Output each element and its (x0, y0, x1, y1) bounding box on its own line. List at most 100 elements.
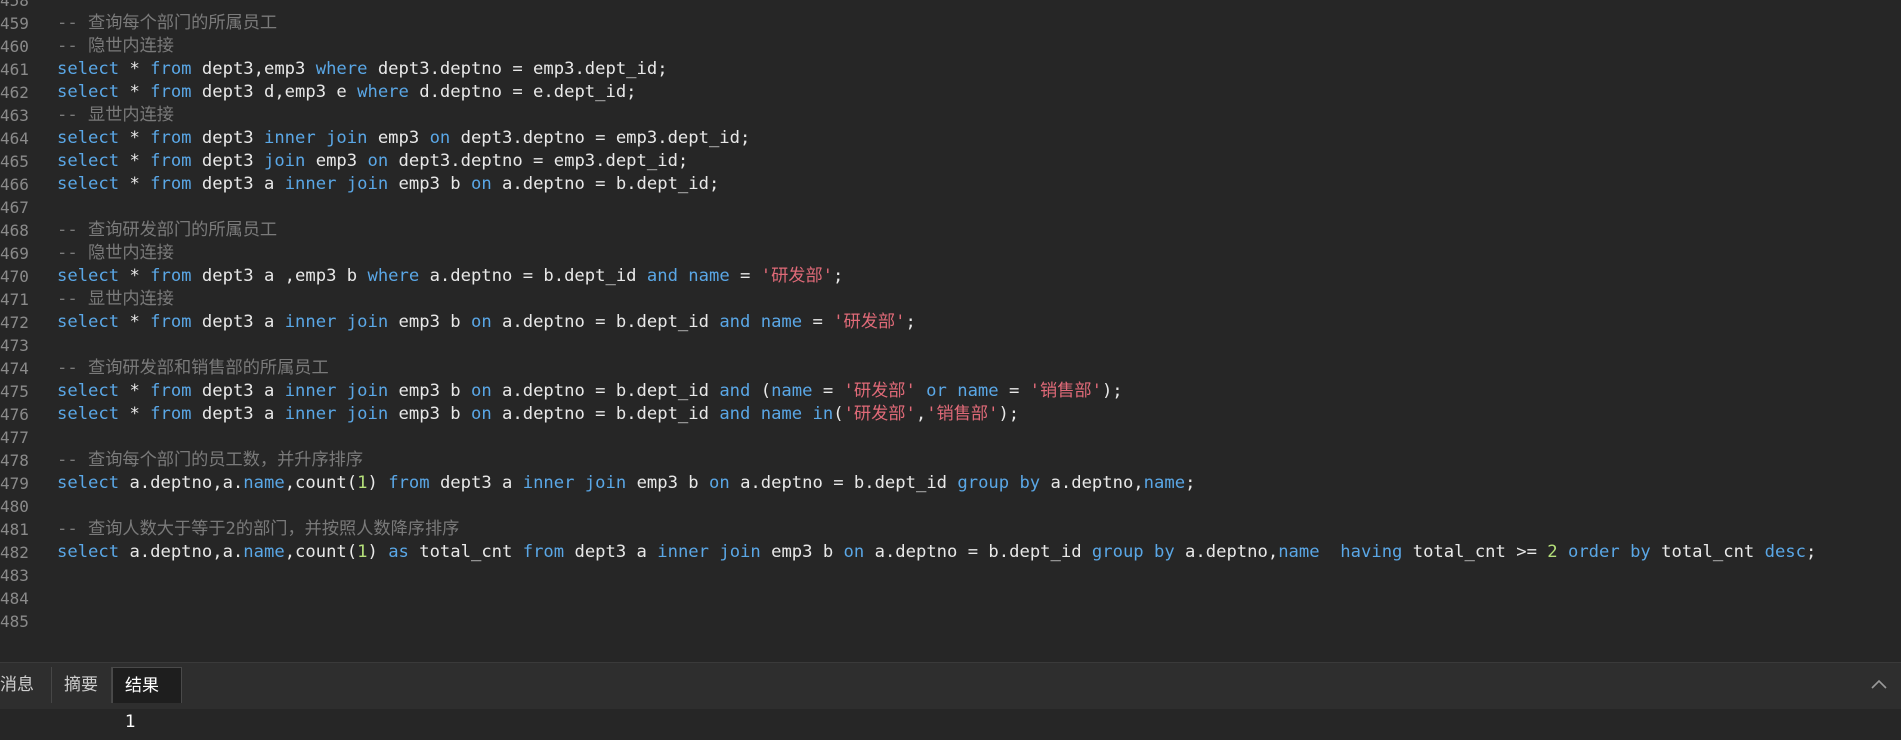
line-text: -- 查询研发部和销售部的所属员工 (57, 357, 1897, 380)
code-token: a.deptno, (1040, 473, 1144, 493)
code-line[interactable]: 481 -- 查询人数大于等于2的部门，并按照人数降序排序 (0, 518, 1901, 541)
tab-messages[interactable]: 消息 (0, 667, 52, 703)
chevron-up-icon[interactable] (1869, 675, 1889, 695)
line-text: select * from dept3 a ,emp3 b where a.de… (57, 265, 1897, 288)
code-token: ); (998, 404, 1020, 424)
result-tab-bar: 消息 摘要 结果 1 (0, 662, 1901, 732)
code-line[interactable]: 473 (0, 334, 1901, 357)
line-text: select * from dept3 a inner join emp3 b … (57, 311, 1897, 334)
code-token: inner join (263, 128, 368, 148)
code-line[interactable]: 476 select * from dept3 a inner join emp3… (0, 403, 1901, 426)
code-token: dept3 a (191, 404, 285, 424)
code-token: 1 (357, 473, 368, 493)
code-token: a.deptno = b.dept_id (491, 381, 720, 401)
code-line[interactable]: 484 (0, 587, 1901, 610)
code-token: dept3.deptno = emp3.dept_id; (450, 128, 751, 148)
code-line[interactable]: 467 (0, 196, 1901, 219)
line-number: 462 (0, 83, 29, 102)
code-token: from (150, 151, 192, 171)
code-token: name (1143, 473, 1186, 493)
code-token: on (367, 151, 389, 171)
code-lines: 458 459 -- 查询每个部门的所属员工 460 -- 隐世内连接 461 select… (0, 0, 1901, 633)
tab-result-1[interactable]: 结果 1 (112, 667, 182, 732)
code-token: * (119, 82, 151, 102)
code-line[interactable]: 471 -- 显世内连接 (0, 288, 1901, 311)
code-token: total_cnt (408, 542, 523, 562)
code-token: = (729, 266, 761, 286)
code-token: '研发部' (833, 312, 906, 332)
tab-summary[interactable]: 摘要 (52, 667, 112, 703)
code-token: -- 显世内连接 (57, 289, 174, 309)
code-line[interactable]: 465 select * from dept3 join emp3 on dept… (0, 150, 1901, 173)
code-line[interactable]: 462 select * from dept3 d,emp3 e where d.… (0, 81, 1901, 104)
line-number: 458 (0, 0, 29, 10)
code-token: 2 (1547, 542, 1558, 562)
code-token: having (1340, 542, 1403, 562)
code-token: name (243, 473, 285, 493)
code-line[interactable]: 480 (0, 495, 1901, 518)
code-line[interactable]: 475 select * from dept3 a inner join emp3… (0, 380, 1901, 403)
code-token: select (57, 174, 120, 194)
code-token: a.deptno = b.dept_id (491, 312, 720, 332)
code-token: and (719, 381, 751, 401)
code-line[interactable]: 479 select a.deptno,a.name,count(1) from … (0, 472, 1901, 495)
code-line[interactable]: 466 select * from dept3 a inner join emp3… (0, 173, 1901, 196)
code-line[interactable]: 485 (0, 610, 1901, 633)
code-token: from (522, 542, 565, 562)
code-token: dept3 (191, 128, 264, 148)
code-token: select (57, 312, 120, 332)
line-number: 483 (0, 566, 29, 585)
code-token: and (719, 312, 751, 332)
code-line[interactable]: 478 -- 查询每个部门的员工数，并升序排序 (0, 449, 1901, 472)
code-token: on (709, 473, 730, 493)
code-token: group by (957, 473, 1041, 493)
code-line[interactable]: 459 -- 查询每个部门的所属员工 (0, 12, 1901, 35)
code-line[interactable]: 474 -- 查询研发部和销售部的所属员工 (0, 357, 1901, 380)
line-number: 474 (0, 359, 29, 378)
line-number: 471 (0, 290, 29, 309)
code-line[interactable]: 470 select * from dept3 a ,emp3 b where a… (0, 265, 1901, 288)
line-text: -- 查询每个部门的所属员工 (57, 12, 1897, 35)
line-text: -- 显世内连接 (57, 288, 1897, 311)
code-token: -- 查询人数大于等于2的部门，并按照人数降序排序 (57, 519, 460, 539)
line-number: 466 (0, 175, 29, 194)
code-line[interactable]: 483 (0, 564, 1901, 587)
code-token: a.deptno = b.dept_id; (491, 174, 720, 194)
code-line[interactable]: 468 -- 查询研发部门的所属员工 (0, 219, 1901, 242)
code-token: , (915, 404, 927, 424)
code-token: name (760, 404, 803, 424)
code-token: * (119, 266, 151, 286)
line-number: 479 (0, 474, 29, 493)
sql-editor[interactable]: 458 459 -- 查询每个部门的所属员工 460 -- 隐世内连接 461 select… (0, 0, 1901, 662)
line-text: select a.deptno,a.name,count(1) as total… (57, 541, 1897, 564)
code-token: where (315, 59, 368, 79)
code-token: name (1278, 542, 1320, 562)
code-token: a.deptno,a. (119, 542, 244, 562)
code-token: = (998, 381, 1030, 401)
code-token: dept3 a (191, 174, 285, 194)
code-token: ( (750, 381, 772, 401)
code-token: emp3 (367, 128, 430, 148)
code-line[interactable]: 469 -- 隐世内连接 (0, 242, 1901, 265)
code-line[interactable]: 464 select * from dept3 inner join emp3 o… (0, 127, 1901, 150)
code-line[interactable]: 477 (0, 426, 1901, 449)
code-token: from (150, 59, 192, 79)
code-token: dept3.deptno = emp3.dept_id; (388, 151, 689, 171)
code-token: from (150, 128, 192, 148)
code-token: name (243, 542, 285, 562)
code-token: desc (1764, 542, 1807, 562)
code-line[interactable]: 482 select a.deptno,a.name,count(1) as to… (0, 541, 1901, 564)
line-number: 469 (0, 244, 29, 263)
code-line[interactable]: 463 -- 显世内连接 (0, 104, 1901, 127)
code-token: -- 隐世内连接 (57, 36, 174, 56)
line-number: 464 (0, 129, 29, 148)
code-line[interactable]: 458 (0, 0, 1901, 12)
code-line[interactable]: 461 select * from dept3,emp3 where dept3.… (0, 58, 1901, 81)
line-number: 465 (0, 152, 29, 171)
code-line[interactable]: 472 select * from dept3 a inner join emp3… (0, 311, 1901, 334)
code-line[interactable]: 460 -- 隐世内连接 (0, 35, 1901, 58)
code-token: on (470, 174, 492, 194)
